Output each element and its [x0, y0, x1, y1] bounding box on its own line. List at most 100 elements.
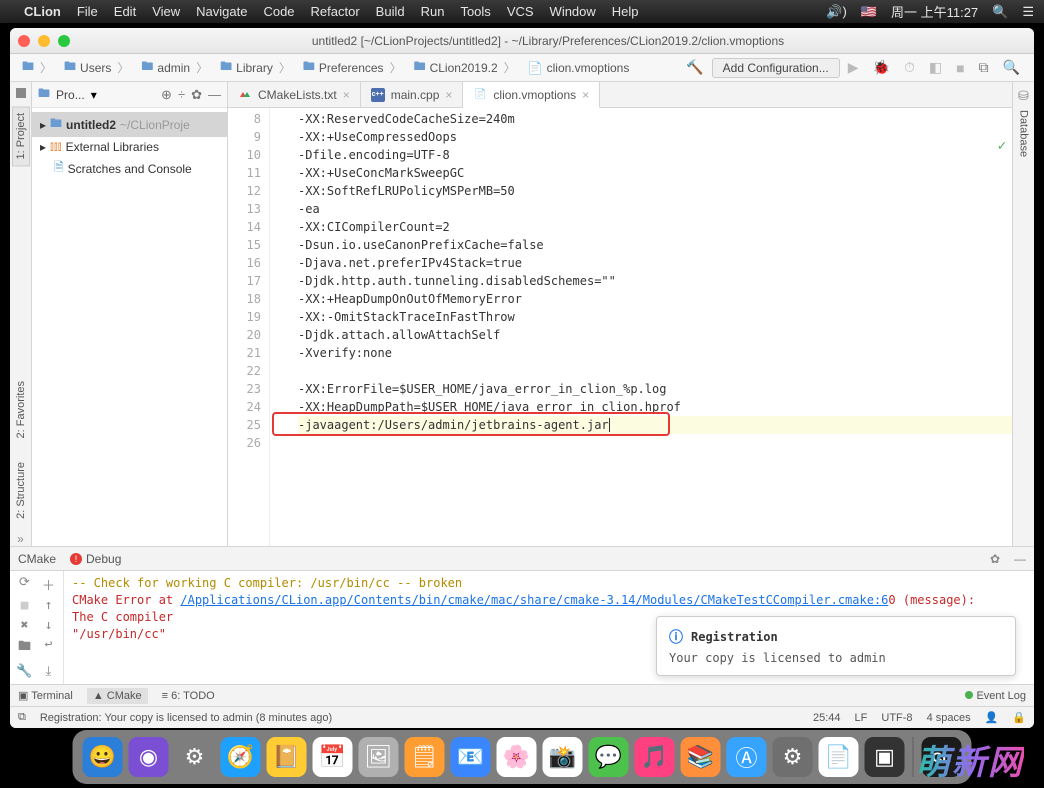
up-icon[interactable]: ↑: [38, 598, 59, 614]
stop-button[interactable]: ■: [950, 56, 970, 80]
dock-app[interactable]: 📧: [451, 737, 491, 777]
todo-tab[interactable]: ≡ 6: TODO: [162, 690, 215, 702]
cmake-tab[interactable]: ▲ CMake: [87, 688, 148, 704]
plus-icon[interactable]: ＋: [38, 575, 59, 595]
dock-app[interactable]: 📅: [313, 737, 353, 777]
settings-icon[interactable]: 🔧: [14, 664, 35, 680]
bp-tab-cmake[interactable]: CMake: [18, 552, 56, 566]
dock-app[interactable]: ◉: [129, 737, 169, 777]
terminal-tab[interactable]: ▣ Terminal: [18, 689, 73, 702]
more-toolwindows-icon[interactable]: »: [17, 532, 24, 546]
menubar-appname[interactable]: CLion: [24, 4, 61, 19]
clock[interactable]: 周一 上午11:27: [891, 2, 978, 21]
dock-app[interactable]: 🗒: [405, 737, 445, 777]
spotlight-icon[interactable]: 🔍: [992, 4, 1008, 20]
dock-app[interactable]: 📄: [819, 737, 859, 777]
tree-node-external-libs[interactable]: ▸ ⫾⫾⫾ External Libraries: [32, 137, 227, 156]
layout-button[interactable]: ⧉: [973, 55, 995, 80]
caret-position[interactable]: 25:44: [813, 712, 841, 724]
indent-label[interactable]: 4 spaces: [927, 712, 971, 724]
add-configuration-button[interactable]: Add Configuration...: [712, 58, 840, 78]
project-tree[interactable]: ▸ 🖿 untitled2 ~/CLionProje ▸ ⫾⫾⫾ Externa…: [32, 108, 227, 185]
chevron-down-icon[interactable]: ▾: [91, 88, 97, 102]
tool-window-icon[interactable]: [16, 88, 26, 98]
dock-app[interactable]: ⚙: [175, 737, 215, 777]
code-content[interactable]: -XX:ReservedCodeCacheSize=240m-XX:+UseCo…: [270, 108, 1012, 546]
menu-refactor[interactable]: Refactor: [311, 4, 360, 19]
lock-icon[interactable]: 🔒: [1012, 711, 1026, 724]
cross-icon[interactable]: ✖: [14, 618, 35, 634]
collapse-all-icon[interactable]: ⊕: [161, 87, 172, 103]
hide-icon[interactable]: —: [1014, 552, 1026, 566]
close-tab-icon[interactable]: ×: [582, 88, 589, 102]
gear-icon[interactable]: ✿: [990, 552, 1000, 566]
dock-app[interactable]: 📔: [267, 737, 307, 777]
vtab-favorites[interactable]: 2: Favorites: [12, 374, 30, 445]
dock-app[interactable]: 😀: [83, 737, 123, 777]
breadcrumb-root[interactable]: 🖿〉: [18, 55, 58, 80]
search-everywhere-button[interactable]: 🔍: [997, 55, 1026, 80]
file-encoding[interactable]: UTF-8: [881, 712, 912, 724]
dock-app[interactable]: ⚙: [773, 737, 813, 777]
attach-button[interactable]: ◧: [923, 55, 948, 80]
menu-tools[interactable]: Tools: [460, 4, 490, 19]
tree-node-scratches[interactable]: 🗎 Scratches and Console: [32, 156, 227, 181]
hide-icon[interactable]: —: [208, 87, 221, 102]
editor-tab-maincpp[interactable]: c++ main.cpp ×: [361, 82, 464, 107]
close-tab-icon[interactable]: ×: [343, 88, 350, 102]
editor-tab-vmoptions[interactable]: 📄 clion.vmoptions ×: [463, 82, 600, 108]
dock-app[interactable]: ▣: [865, 737, 905, 777]
breadcrumb-item[interactable]: 🖿admin〉: [137, 55, 214, 80]
menu-window[interactable]: Window: [550, 4, 596, 19]
menu-code[interactable]: Code: [263, 4, 294, 19]
reload-icon[interactable]: ⟳: [14, 575, 35, 595]
editor-tab-cmakelists[interactable]: CMakeLists.txt ×: [228, 82, 361, 107]
database-icon[interactable]: ⛁: [1018, 88, 1029, 104]
breadcrumb-item[interactable]: 🖿Preferences〉: [299, 55, 408, 80]
input-source-icon[interactable]: 🇺🇸: [861, 4, 877, 20]
code-editor[interactable]: 891011121314151617181920212223242526 -XX…: [228, 108, 1012, 546]
dock-app[interactable]: 💬: [589, 737, 629, 777]
debug-button[interactable]: 🐞: [867, 55, 896, 80]
menu-vcs[interactable]: VCS: [507, 4, 534, 19]
scroll-icon[interactable]: ⤓: [38, 664, 59, 680]
dock-app[interactable]: 📚: [681, 737, 721, 777]
status-icon[interactable]: ⧉: [18, 711, 26, 724]
menu-edit[interactable]: Edit: [114, 4, 136, 19]
dock-app[interactable]: 🖼: [359, 737, 399, 777]
dock-app[interactable]: 🌸: [497, 737, 537, 777]
run-button[interactable]: ▶: [842, 55, 865, 80]
listview-icon[interactable]: ☰: [1022, 4, 1034, 20]
stop-icon[interactable]: ■: [14, 598, 35, 614]
line-separator[interactable]: LF: [855, 712, 868, 724]
folder-icon[interactable]: 🖿: [14, 637, 35, 660]
volume-icon[interactable]: 🔊): [826, 4, 847, 20]
menu-file[interactable]: File: [77, 4, 98, 19]
event-log-tab[interactable]: Event Log: [965, 690, 1026, 702]
build-button[interactable]: 🔨: [680, 55, 709, 80]
inspection-icon[interactable]: 👤: [985, 711, 999, 724]
close-window-button[interactable]: [18, 35, 30, 47]
gear-icon[interactable]: ✿: [191, 87, 202, 103]
profile-button[interactable]: ⏱: [898, 55, 921, 80]
bp-tab-debug[interactable]: !Debug: [70, 552, 121, 566]
tree-node-project[interactable]: ▸ 🖿 untitled2 ~/CLionProje: [32, 112, 227, 137]
breadcrumb-file[interactable]: 📄clion.vmoptions: [524, 59, 634, 77]
menu-build[interactable]: Build: [376, 4, 405, 19]
menu-view[interactable]: View: [152, 4, 180, 19]
breadcrumb-item[interactable]: 🖿Users〉: [60, 55, 135, 80]
down-icon[interactable]: ↓: [38, 618, 59, 634]
select-opened-icon[interactable]: ÷: [178, 87, 185, 102]
vtab-project[interactable]: 1: Project: [12, 106, 30, 166]
minimize-window-button[interactable]: [38, 35, 50, 47]
dock-app[interactable]: 🎵: [635, 737, 675, 777]
soft-wrap-icon[interactable]: ↩: [38, 637, 59, 660]
breadcrumb-item[interactable]: 🖿CLion2019.2〉: [410, 55, 522, 80]
maximize-window-button[interactable]: [58, 35, 70, 47]
breadcrumb-item[interactable]: 🖿Library〉: [216, 55, 297, 80]
vtab-database[interactable]: Database: [1016, 104, 1032, 163]
dock-app[interactable]: 📸: [543, 737, 583, 777]
menu-help[interactable]: Help: [612, 4, 639, 19]
dock-app[interactable]: Ⓐ: [727, 737, 767, 777]
registration-popup[interactable]: ⓘRegistration Your copy is licensed to a…: [656, 616, 1016, 676]
